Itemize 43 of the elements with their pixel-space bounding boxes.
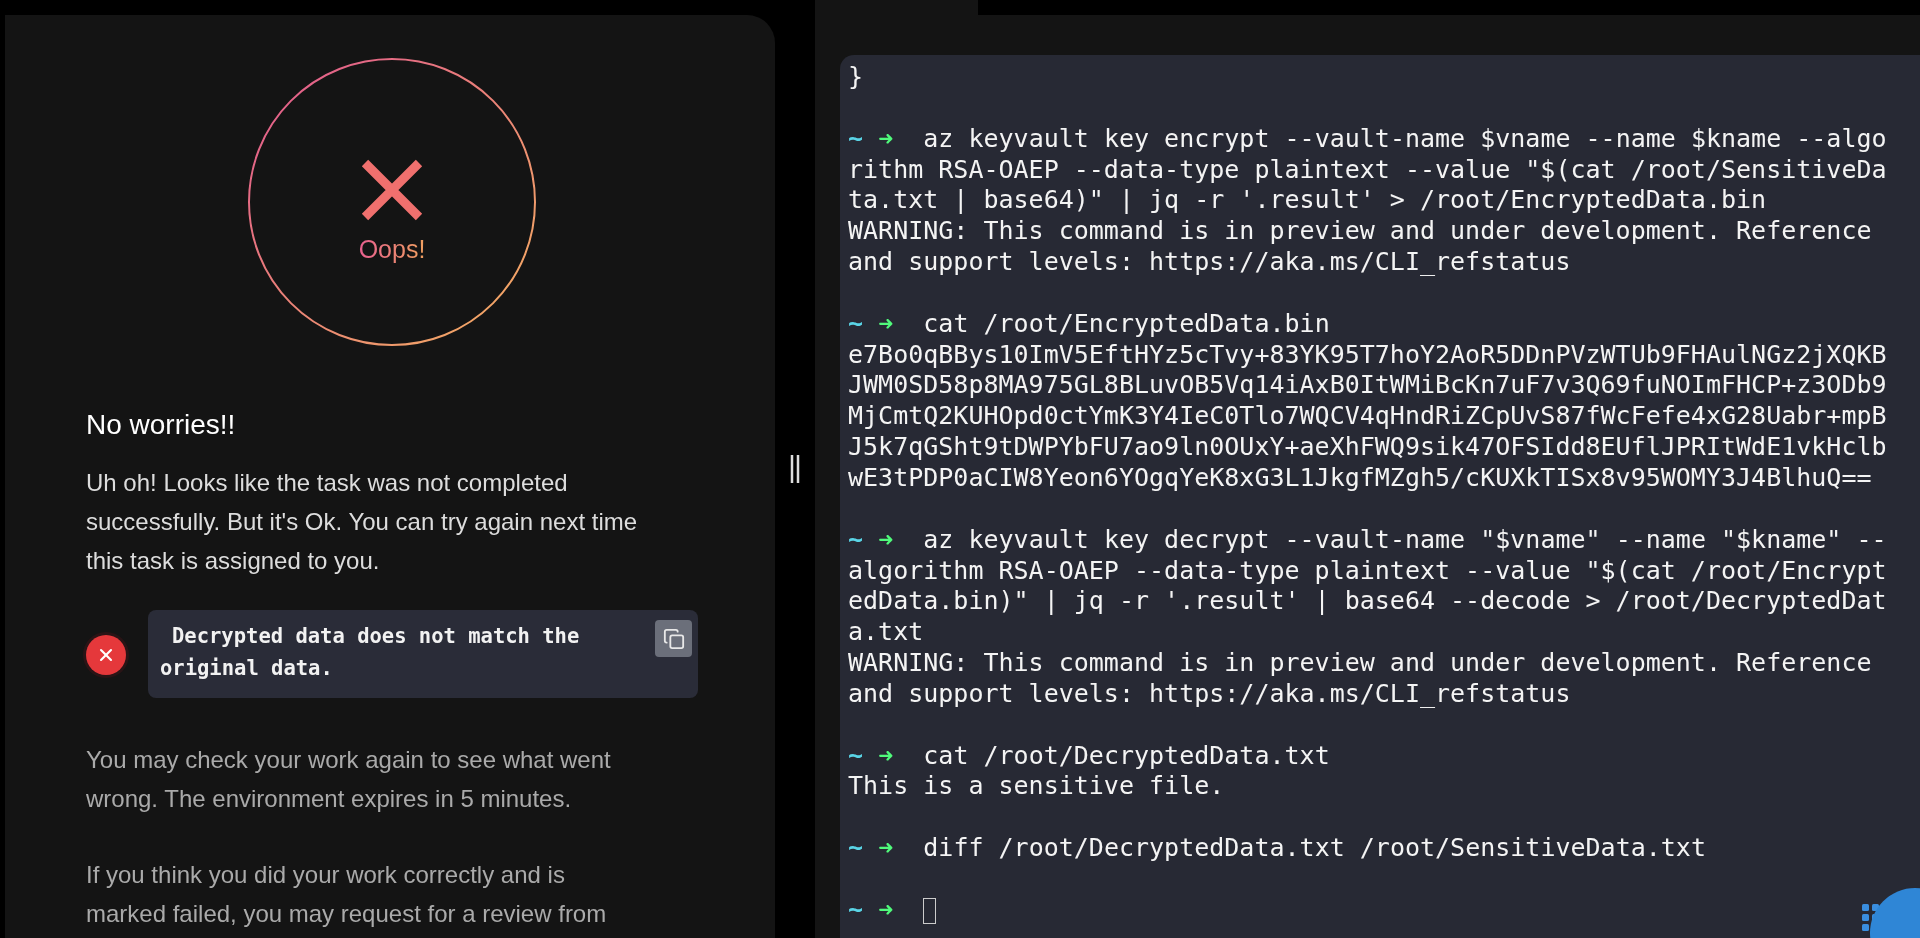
command-text: cat /root/DecryptedData.txt <box>923 740 1330 770</box>
terminal-line: This is a sensitive file. <box>848 771 1225 801</box>
message-heading: No worries!! <box>86 409 237 441</box>
copy-icon <box>662 627 685 650</box>
terminal-line: MjCmtQ2KUHOpd0ctYmK3Y4IeC0Tlo7WQCV4qHndRiZCpUvS87fWcFefe4xG28Uabr+mpB <box>848 401 1887 431</box>
prompt-arrow: ➜ <box>878 833 894 863</box>
terminal-line: WARNING: This command is in preview and under development. Reference <box>848 648 1872 678</box>
terminal-line: and support levels: https://aka.ms/CLI_refstatus <box>848 247 1571 277</box>
prompt-tilde: ~ <box>848 308 864 338</box>
terminal-line: } <box>848 62 864 91</box>
terminal-line: wE3tPDP0aCIW8Yeon6YOgqYeK8xG3L1JkgfMZgh5/cKUXkTISx8v95WOMY3J4BlhuQ== <box>848 462 1872 492</box>
prompt-arrow: ➜ <box>878 308 894 338</box>
prompt-arrow: ➜ <box>878 894 894 924</box>
prompt-arrow: ➜ <box>878 740 894 770</box>
message-text: Uh oh! Looks like the task was not completed successfully. But it's Ok. You can try again next time this task is assigned to you. <box>86 468 639 576</box>
resize-handle-icon[interactable] <box>790 455 800 483</box>
prompt-tilde: ~ <box>848 894 864 924</box>
terminal-line: edData.bin)" | jq -r '.result' | base64 --decode > /root/DecryptedDat <box>848 586 1887 616</box>
command-text: diff /root/DecryptedData.txt /root/SensitiveData.txt <box>923 833 1706 863</box>
command-text: cat /root/EncryptedData.bin <box>923 308 1330 338</box>
note-text: If you think you did your work correctly and is marked failed, you may request for a review from <box>86 860 608 929</box>
terminal-line: JWM0SD58p8MA975GL8BLuvOB5Vq14iAxB0ItWMiBcKn7uF7v3Q69fuNOImFHCP+z3ODb9 <box>848 370 1887 400</box>
terminal-line: algorithm RSA-OAEP --data-type plaintext --value "$(cat /root/Encrypt <box>848 555 1887 585</box>
terminal-line: a.txt <box>848 617 924 647</box>
cross-icon <box>361 158 423 221</box>
prompt-tilde: ~ <box>848 833 864 863</box>
terminal-panel[interactable] <box>840 55 1920 938</box>
copy-button[interactable] <box>655 620 692 657</box>
check-message: Decrypted data does not match the original data. <box>160 623 581 682</box>
prompt-arrow: ➜ <box>878 123 894 153</box>
terminal-line: rithm RSA-OAEP --data-type plaintext --value "$(cat /root/SensitiveDa <box>848 154 1887 184</box>
command-text: az keyvault key encrypt --vault-name $vname --name $kname --algo <box>923 123 1887 153</box>
prompt-tilde: ~ <box>848 740 864 770</box>
terminal-line: J5k7qGSht9tDWPYbFU7ao9ln0OUxY+aeXhFWQ9sik47OFSIdd8EUflJPRItWdE1vkHclb <box>848 432 1887 462</box>
terminal-line: WARNING: This command is in preview and under development. Reference <box>848 216 1872 246</box>
prompt-arrow: ➜ <box>878 524 894 554</box>
prompt-tilde: ~ <box>848 524 864 554</box>
terminal-line: and support levels: https://aka.ms/CLI_refstatus <box>848 678 1571 708</box>
command-text: az keyvault key decrypt --vault-name "$vname" --name "$kname" -- <box>923 524 1887 554</box>
terminal-line: e7Bo0qBBys10ImV5EftHYz5cTvy+83YK95T7hoY2AoR5DDnPVzWTUb9FHAulNGz2jXQKB <box>848 339 1887 369</box>
note-text: You may check your work again to see what went wrong. The environment expires in 5 minutes. <box>86 745 612 814</box>
terminal-line: ta.txt | base64)" | jq -r '.result' > /root/EncryptedData.bin <box>848 185 1767 215</box>
prompt-tilde: ~ <box>848 123 864 153</box>
